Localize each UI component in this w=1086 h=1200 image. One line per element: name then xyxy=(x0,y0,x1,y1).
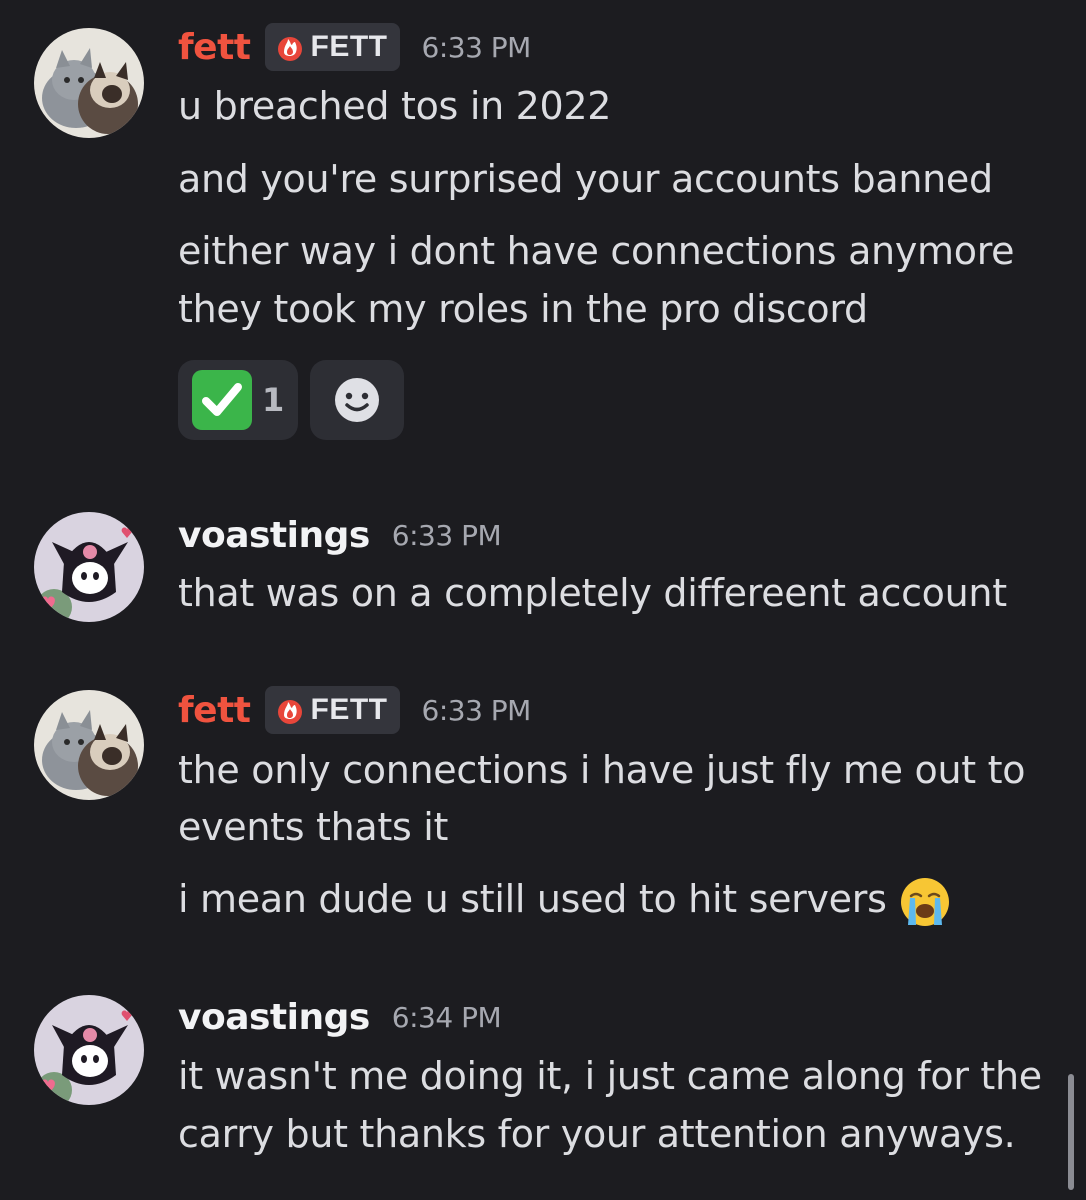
user-avatar[interactable] xyxy=(34,995,144,1105)
timestamp: 6:33 PM xyxy=(421,30,532,64)
message-text: and you're surprised your accounts banne… xyxy=(178,157,993,201)
message-header: voastings 6:33 PM xyxy=(178,510,502,560)
message-text: that was on a completely differeent acco… xyxy=(178,571,1007,615)
timestamp: 6:33 PM xyxy=(391,518,502,552)
message-text: events thats it xyxy=(178,805,449,849)
server-tag-badge[interactable]: FETT xyxy=(264,23,400,71)
message-text: i mean dude u still used to hit servers xyxy=(178,877,887,921)
user-avatar[interactable] xyxy=(34,690,144,800)
server-tag-badge[interactable]: FETT xyxy=(264,686,400,734)
username[interactable]: fett xyxy=(178,27,251,68)
timestamp: 6:33 PM xyxy=(421,693,532,727)
message-text: they took my roles in the pro discord xyxy=(178,287,868,331)
message-text: it wasn't me doing it, i just came along… xyxy=(178,1054,1042,1098)
timestamp: 6:34 PM xyxy=(391,1000,502,1034)
server-tag-label: FETT xyxy=(310,693,388,726)
message-text: carry but thanks for your attention anyw… xyxy=(178,1112,1016,1156)
message-header: voastings 6:34 PM xyxy=(178,992,502,1042)
message-header: fett FETT 6:33 PM xyxy=(178,685,531,735)
add-reaction-button[interactable] xyxy=(310,360,404,440)
message-text: the only connections i have just fly me … xyxy=(178,748,1026,792)
reaction-check-mark[interactable]: 1 xyxy=(178,360,298,440)
username[interactable]: voastings xyxy=(178,515,370,556)
scrollbar[interactable] xyxy=(1068,1074,1074,1190)
message-text-with-emoji: i mean dude u still used to hit servers xyxy=(178,871,952,927)
fire-icon xyxy=(275,32,305,62)
user-avatar[interactable] xyxy=(34,28,144,138)
add-reaction-icon xyxy=(332,375,382,425)
server-tag-label: FETT xyxy=(310,30,388,63)
message-text: either way i dont have connections anymo… xyxy=(178,229,1015,273)
username[interactable]: voastings xyxy=(178,997,370,1038)
message-text: u breached tos in 2022 xyxy=(178,84,612,128)
user-avatar[interactable] xyxy=(34,512,144,622)
fire-icon xyxy=(275,695,305,725)
chat-messages: fett FETT 6:33 PM u breached tos in 2022… xyxy=(0,0,1086,1200)
loudly-crying-face-emoji xyxy=(898,877,952,926)
reaction-count: 1 xyxy=(262,381,285,419)
username[interactable]: fett xyxy=(178,690,251,731)
message-header: fett FETT 6:33 PM xyxy=(178,22,531,72)
check-mark-emoji xyxy=(192,370,252,430)
